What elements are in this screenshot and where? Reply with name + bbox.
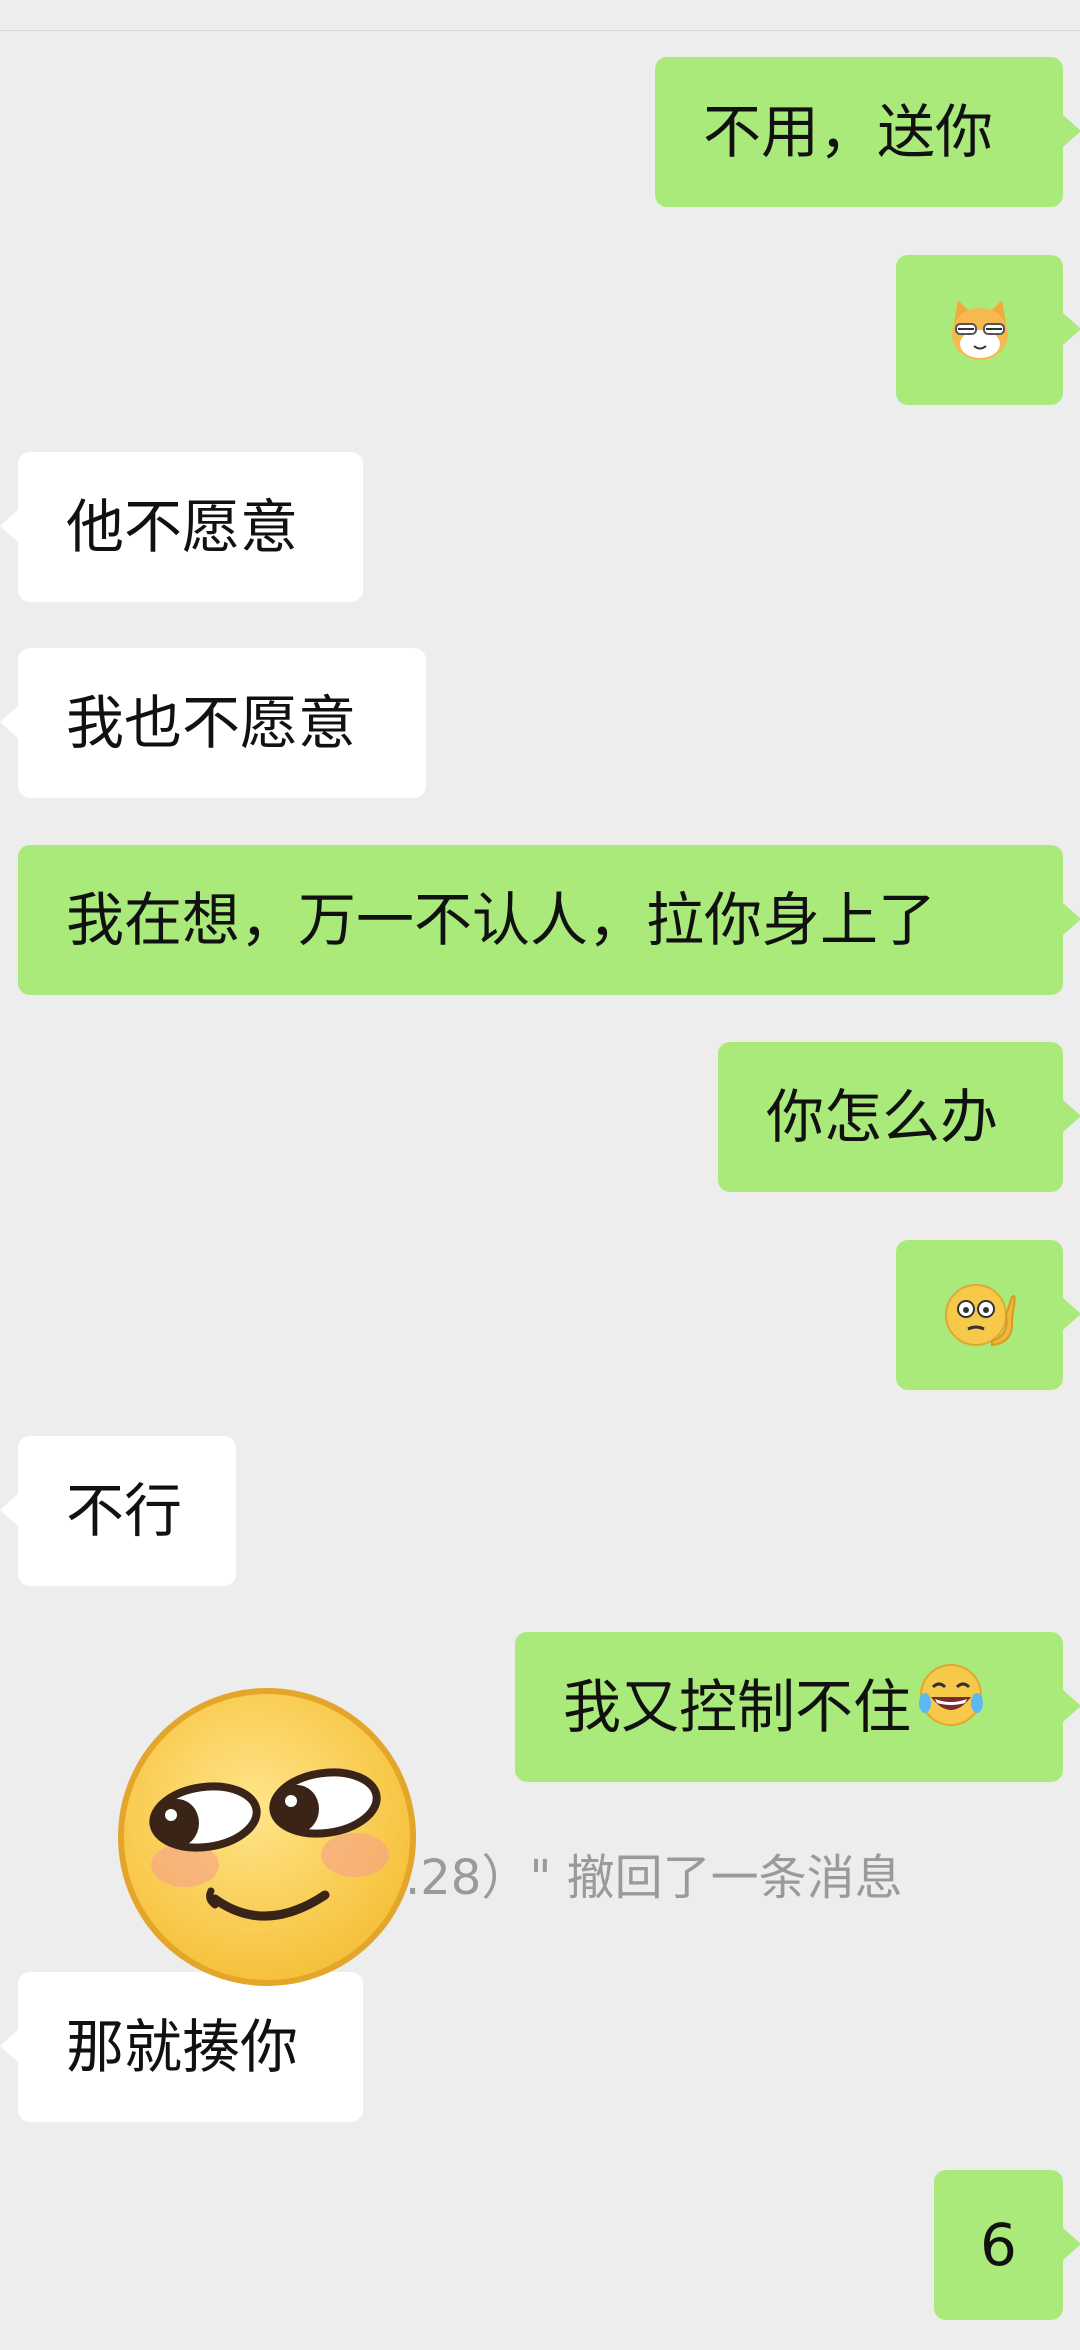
- laughing-tears-icon: [915, 1636, 987, 1786]
- message-bubble[interactable]: 我在想，万一不认人，拉你身上了: [18, 845, 1080, 995]
- cat-face-icon: [951, 300, 1008, 360]
- message-text: 我又控制不住: [563, 1673, 912, 1741]
- top-divider: [0, 0, 1080, 31]
- message-bubble[interactable]: 不行: [0, 1436, 236, 1586]
- message-bubble[interactable]: 不用，送你: [655, 57, 1080, 207]
- message-bubble[interactable]: 你怎么办: [718, 1042, 1080, 1192]
- message-bubble[interactable]: [896, 1240, 1080, 1390]
- message-bubble[interactable]: 那就揍你: [0, 1972, 363, 2122]
- message-bubble[interactable]: 我又控制不住: [515, 1632, 1080, 1782]
- thinking-face-icon: [944, 1284, 1016, 1347]
- recall-notice: .28）" 撤回了一条消息: [405, 1850, 903, 1906]
- message-bubble[interactable]: [896, 255, 1080, 405]
- message-bubble[interactable]: 6: [934, 2170, 1080, 2320]
- message-bubble[interactable]: 我也不愿意: [0, 648, 426, 798]
- message-bubble[interactable]: 他不愿意: [0, 452, 363, 602]
- smirk-face-sticker: [115, 1685, 420, 1990]
